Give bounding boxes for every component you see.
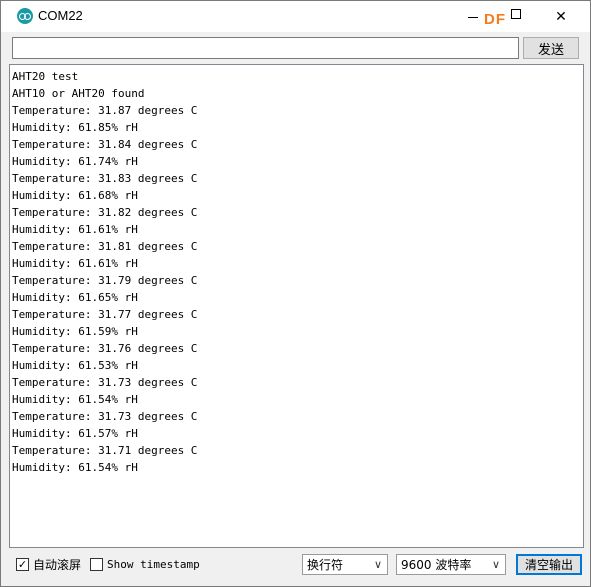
output-line: Humidity: 61.61% rH	[12, 257, 138, 270]
output-line: Temperature: 31.87 degrees C	[12, 104, 198, 117]
output-line: Humidity: 61.68% rH	[12, 189, 138, 202]
output-line: AHT10 or AHT20 found	[12, 87, 145, 100]
send-button[interactable]: 发送	[523, 37, 579, 59]
line-ending-select[interactable]: 换行符 ∨	[302, 554, 388, 575]
output-line: Humidity: 61.85% rH	[12, 121, 138, 134]
output-line: Humidity: 61.57% rH	[12, 427, 138, 440]
autoscroll-label: 自动滚屏	[33, 557, 82, 572]
chevron-down-icon: ∨	[373, 558, 382, 571]
output-line: Temperature: 31.82 degrees C	[12, 206, 198, 219]
output-line: Humidity: 61.54% rH	[12, 393, 138, 406]
output-line: Temperature: 31.71 degrees C	[12, 444, 198, 457]
output-line: Humidity: 61.53% rH	[12, 359, 138, 372]
clear-output-button[interactable]: 清空输出	[516, 554, 582, 575]
serial-output[interactable]: AHT20 test AHT10 or AHT20 found Temperatur…	[9, 64, 584, 548]
output-line: Temperature: 31.73 degrees C	[12, 376, 198, 389]
output-line: Humidity: 61.61% rH	[12, 223, 138, 236]
baud-rate-value: 9600 波特率	[401, 558, 472, 572]
output-line: AHT20 test	[12, 70, 79, 83]
output-line: Humidity: 61.74% rH	[12, 155, 138, 168]
window-title: COM22	[38, 8, 83, 23]
timestamp-toggle[interactable]: Show timestamp	[90, 556, 200, 572]
baud-rate-select[interactable]: 9600 波特率 ∨	[396, 554, 506, 575]
close-icon: ✕	[555, 8, 567, 25]
close-button[interactable]: ✕	[538, 1, 584, 32]
output-lines: AHT20 test AHT10 or AHT20 found Temperatur…	[12, 68, 197, 476]
minimize-icon	[468, 17, 478, 18]
output-line: Humidity: 61.65% rH	[12, 291, 138, 304]
output-line: Humidity: 61.54% rH	[12, 461, 138, 474]
output-line: Temperature: 31.83 degrees C	[12, 172, 198, 185]
arduino-icon	[17, 8, 33, 24]
bottom-bar: ✓ 自动滚屏 Show timestamp 换行符 ∨ 9600 波特率 ∨ 清…	[1, 550, 590, 586]
timestamp-checkbox[interactable]	[90, 557, 103, 571]
maximize-icon	[511, 8, 521, 19]
send-row: 发送	[1, 32, 590, 63]
title-bar: COM22 DF ✕	[1, 1, 590, 32]
autoscroll-checkbox[interactable]: ✓	[16, 557, 29, 571]
autoscroll-toggle[interactable]: ✓ 自动滚屏	[16, 556, 81, 572]
send-input[interactable]	[12, 37, 519, 59]
output-line: Temperature: 31.76 degrees C	[12, 342, 198, 355]
line-ending-value: 换行符	[307, 558, 344, 572]
output-line: Temperature: 31.73 degrees C	[12, 410, 198, 423]
output-line: Temperature: 31.84 degrees C	[12, 138, 198, 151]
output-line: Temperature: 31.79 degrees C	[12, 274, 198, 287]
output-line: Temperature: 31.81 degrees C	[12, 240, 198, 253]
maximize-button[interactable]	[493, 1, 539, 32]
serial-monitor-window: COM22 DF ✕ 发送 AHT20 test AHT10 or AHT20 f…	[0, 0, 591, 587]
timestamp-label: Show timestamp	[107, 557, 200, 571]
output-line: Temperature: 31.77 degrees C	[12, 308, 198, 321]
chevron-down-icon: ∨	[491, 558, 500, 571]
minimize-button[interactable]	[450, 1, 496, 32]
output-line: Humidity: 61.59% rH	[12, 325, 138, 338]
